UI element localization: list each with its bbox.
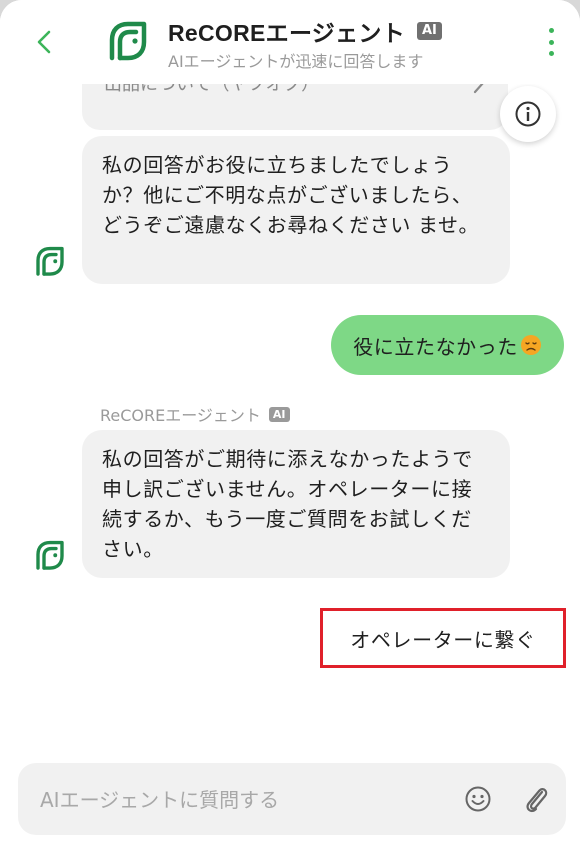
bot-avatar	[30, 536, 70, 576]
user-message-text: 役に立たなかった	[353, 334, 518, 359]
more-dot	[548, 51, 554, 56]
chevron-left-icon	[37, 30, 51, 54]
message-input[interactable]	[38, 763, 462, 837]
bot-message-bubble: 私の回答がお役に立ちましたでしょうか？他にご不明な点がございましたら、どうぞご遠…	[82, 136, 510, 284]
page-title: ReCOREエージェント	[168, 20, 405, 46]
back-button[interactable]	[30, 26, 58, 58]
user-message-bubble: 役に立たなかった	[331, 315, 564, 375]
bot-message-bubble: 私の回答がご期待に添えなかったようで申し訳ございません。オペレーターに接続するか…	[82, 430, 510, 578]
more-vertical-icon	[548, 28, 554, 33]
more-menu-button[interactable]	[544, 28, 558, 56]
sender-name: ReCOREエージェント	[100, 406, 261, 425]
emoji-picker-icon[interactable]	[464, 785, 492, 813]
header-subtitle: AIエージェントが迅速に回答します	[168, 52, 424, 71]
disappointed-face-icon	[521, 335, 541, 355]
bot-avatar	[30, 242, 70, 282]
faq-link-label: 出品について（ヤフオク）	[104, 84, 320, 95]
chat-window: ReCOREエージェント AI AIエージェントが迅速に回答します 出品について…	[0, 0, 580, 847]
ai-badge: AI	[417, 22, 442, 40]
leaf-icon	[109, 21, 147, 61]
header-title-row: ReCOREエージェント AI	[168, 14, 442, 48]
more-dot	[548, 39, 554, 45]
message-list[interactable]: 出品について（ヤフオク） 私の回答がお役に立ちましたでしょうか？他にご不明な点が…	[0, 84, 580, 756]
connect-operator-button[interactable]: オペレーターに繋ぐ	[320, 608, 566, 668]
leaf-icon	[36, 540, 64, 570]
paperclip-icon[interactable]	[522, 783, 550, 815]
faq-link-card[interactable]: 出品について（ヤフオク）	[82, 84, 508, 130]
leaf-icon	[36, 246, 64, 276]
chevron-right-icon	[473, 84, 484, 94]
message-composer	[18, 763, 566, 837]
sender-label: ReCOREエージェント AI	[100, 402, 290, 426]
ai-badge: AI	[268, 406, 290, 422]
chat-header: ReCOREエージェント AI AIエージェントが迅速に回答します	[0, 0, 580, 84]
info-icon	[515, 101, 541, 127]
info-button[interactable]	[500, 86, 556, 142]
agent-avatar	[102, 16, 154, 68]
chat-panel: ReCOREエージェント AI AIエージェントが迅速に回答します 出品について…	[0, 0, 580, 847]
